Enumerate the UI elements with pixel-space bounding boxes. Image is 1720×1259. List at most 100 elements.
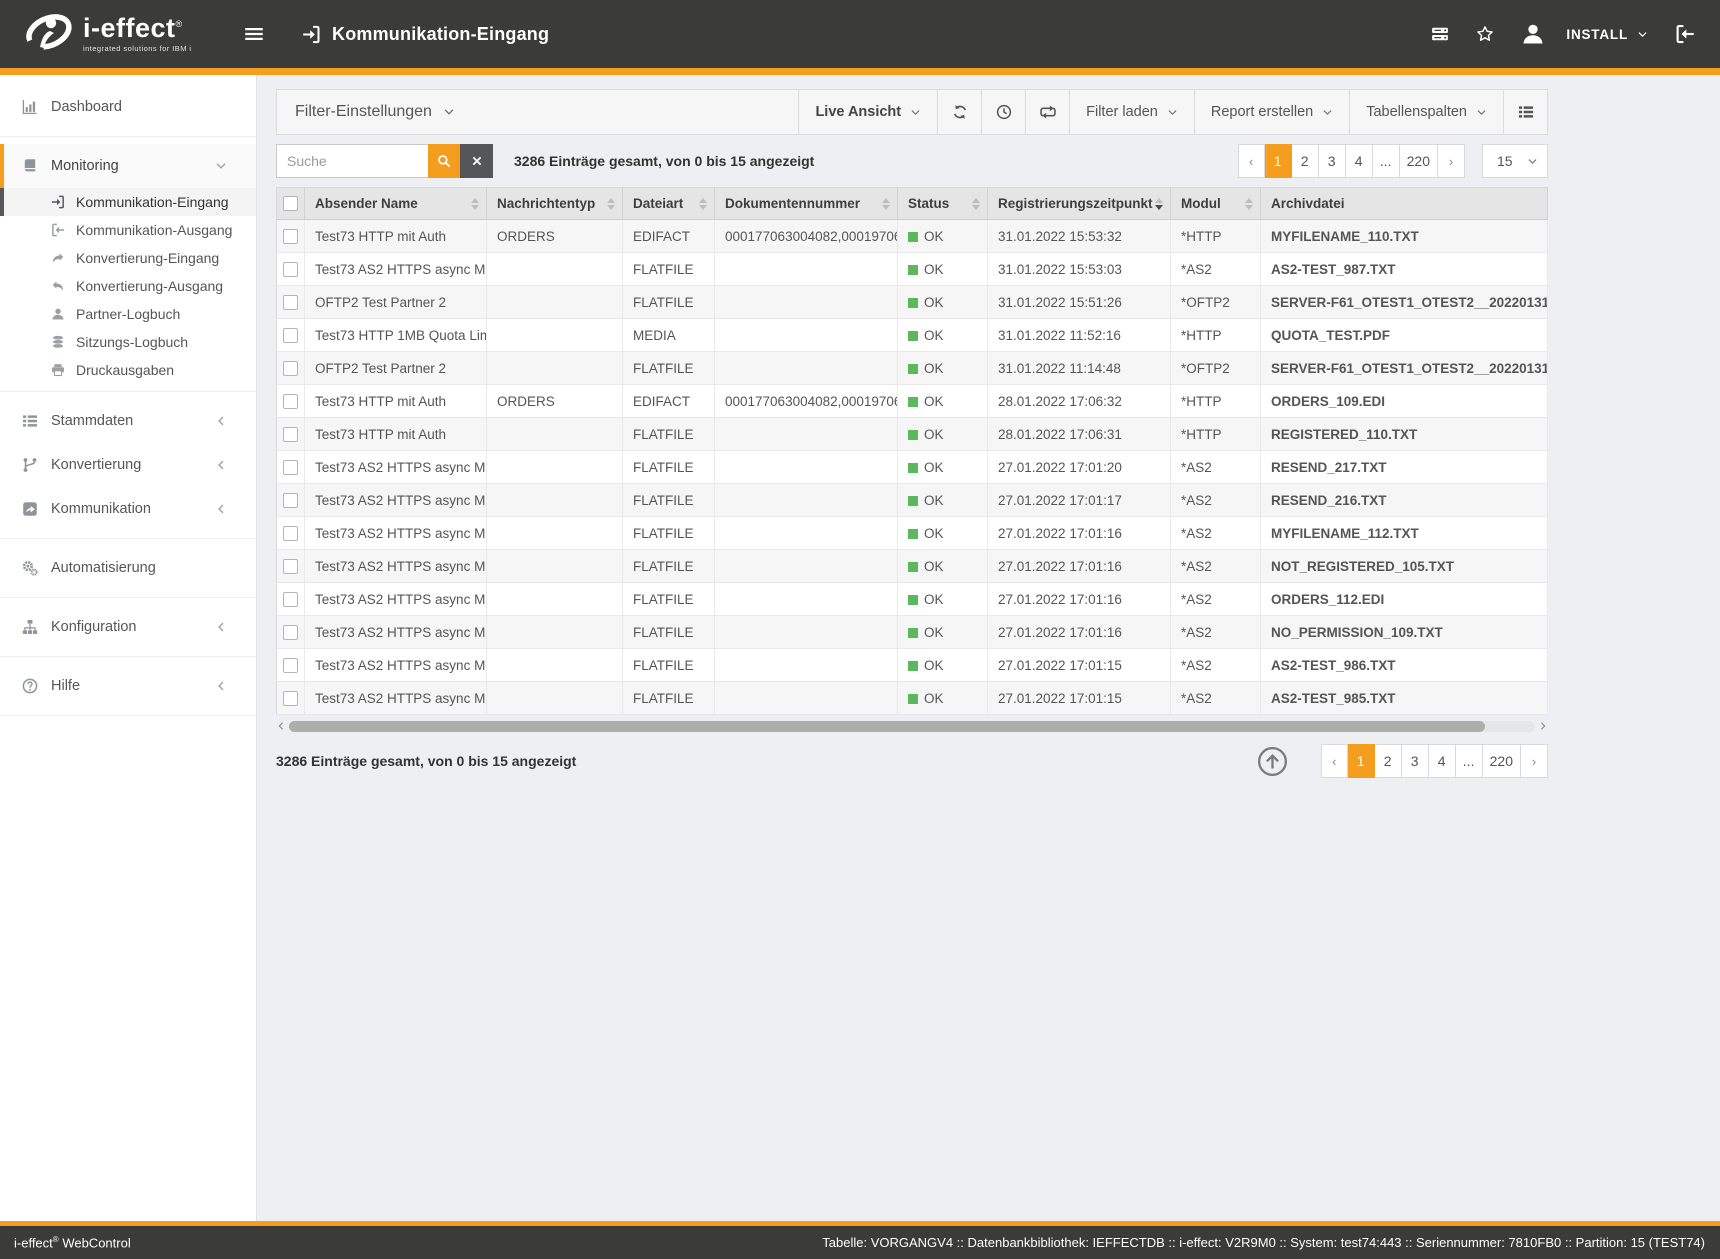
- column-header-nachrichtentyp[interactable]: Nachrichtentyp: [487, 188, 623, 220]
- search-button[interactable]: [428, 144, 460, 178]
- cell-absender: Test73 AS2 HTTPS async MDN: [305, 616, 487, 649]
- user-menu[interactable]: INSTALL: [1521, 22, 1648, 46]
- column-header-zeitpunkt[interactable]: Registrierungszeitpunkt: [988, 188, 1171, 220]
- table-row[interactable]: Test73 AS2 HTTPS async MDNFLATFILEOK27.0…: [277, 649, 1548, 682]
- live-view-button[interactable]: Live Ansicht: [798, 90, 937, 134]
- row-checkbox[interactable]: [283, 493, 298, 508]
- row-checkbox[interactable]: [283, 328, 298, 343]
- row-checkbox[interactable]: [283, 394, 298, 409]
- sidebar-item-partner-logbuch[interactable]: Partner-Logbuch: [0, 300, 256, 328]
- sidebar-item-druckausgaben[interactable]: Druckausgaben: [0, 356, 256, 384]
- table-row[interactable]: OFTP2 Test Partner 2FLATFILEOK31.01.2022…: [277, 286, 1548, 319]
- page-prev-button[interactable]: ‹: [1238, 144, 1265, 178]
- table-row[interactable]: OFTP2 Test Partner 2FLATFILEOK31.01.2022…: [277, 352, 1548, 385]
- column-header-absender[interactable]: Absender Name: [305, 188, 487, 220]
- sidebar-item-dashboard[interactable]: Dashboard: [0, 85, 256, 129]
- app-logo[interactable]: i-effect® integrated solutions for IBM i: [0, 7, 258, 62]
- row-checkbox[interactable]: [283, 427, 298, 442]
- sidebar-item-automatisierung[interactable]: Automatisierung: [0, 546, 256, 590]
- favorite-star-icon[interactable]: [1476, 25, 1494, 43]
- row-checkbox[interactable]: [283, 625, 298, 640]
- auto-refresh-button[interactable]: [981, 90, 1025, 134]
- cell-archivdatei: ORDERS_109.EDI: [1261, 385, 1548, 418]
- sidebar-item-stammdaten[interactable]: Stammdaten: [0, 399, 256, 443]
- filter-settings-toggle[interactable]: Filter-Einstellungen: [277, 90, 473, 134]
- sidebar-item-konfiguration[interactable]: Konfiguration: [0, 605, 256, 649]
- page-button-3[interactable]: 3: [1319, 144, 1346, 178]
- page-size-select[interactable]: 15: [1482, 144, 1548, 178]
- page-button-2[interactable]: 2: [1375, 744, 1402, 778]
- row-checkbox[interactable]: [283, 559, 298, 574]
- chevron-left-icon: [215, 459, 227, 471]
- page-prev-button[interactable]: ‹: [1321, 744, 1348, 778]
- table-row[interactable]: Test73 AS2 HTTPS async MDNFLATFILEOK27.0…: [277, 682, 1548, 715]
- scroll-to-top-button[interactable]: [1257, 746, 1288, 777]
- select-all-checkbox[interactable]: [283, 196, 298, 211]
- repeat-button[interactable]: [1025, 90, 1069, 134]
- row-checkbox[interactable]: [283, 691, 298, 706]
- menu-toggle-icon[interactable]: [244, 24, 264, 44]
- table-row[interactable]: Test73 AS2 HTTPS async MDNFLATFILEOK27.0…: [277, 550, 1548, 583]
- page-next-button[interactable]: ›: [1438, 144, 1465, 178]
- logout-icon[interactable]: [1675, 24, 1695, 44]
- sidebar-item-kommunikation-ausgang[interactable]: Kommunikation-Ausgang: [0, 216, 256, 244]
- scrollbar-track[interactable]: [289, 721, 1535, 732]
- page-button-220[interactable]: 220: [1400, 144, 1438, 178]
- row-checkbox[interactable]: [283, 295, 298, 310]
- column-header-dokumentennummer[interactable]: Dokumentennummer: [715, 188, 898, 220]
- page-next-button[interactable]: ›: [1521, 744, 1548, 778]
- column-header-dateiart[interactable]: Dateiart: [623, 188, 715, 220]
- page-button-1[interactable]: 1: [1348, 744, 1375, 778]
- sidebar-item-konvertierung-eingang[interactable]: Konvertierung-Eingang: [0, 244, 256, 272]
- table-row[interactable]: Test73 AS2 HTTPS async MDNFLATFILEOK27.0…: [277, 451, 1548, 484]
- page-button-4[interactable]: 4: [1346, 144, 1373, 178]
- table-row[interactable]: Test73 AS2 HTTPS async MDNFLATFILEOK31.0…: [277, 253, 1548, 286]
- row-checkbox[interactable]: [283, 361, 298, 376]
- server-icon[interactable]: [1431, 25, 1449, 43]
- table-row[interactable]: Test73 HTTP 1MB Quota LimitMEDIAOK31.01.…: [277, 319, 1548, 352]
- sidebar-divider: [0, 136, 256, 137]
- page-button-2[interactable]: 2: [1292, 144, 1319, 178]
- scroll-right-icon[interactable]: [1538, 720, 1548, 732]
- table-row[interactable]: Test73 AS2 HTTPS async MDNFLATFILEOK27.0…: [277, 517, 1548, 550]
- scrollbar-thumb[interactable]: [289, 721, 1485, 732]
- sidebar-item-kommunikation[interactable]: Kommunikation: [0, 487, 256, 531]
- row-checkbox[interactable]: [283, 592, 298, 607]
- sidebar-item-konvertierung[interactable]: Konvertierung: [0, 443, 256, 487]
- sidebar-item-hilfe[interactable]: Hilfe: [0, 664, 256, 708]
- table-row[interactable]: Test73 AS2 HTTPS async MDNFLATFILEOK27.0…: [277, 583, 1548, 616]
- page-button-1[interactable]: 1: [1265, 144, 1292, 178]
- table-row[interactable]: Test73 AS2 HTTPS async MDNFLATFILEOK27.0…: [277, 484, 1548, 517]
- table-row[interactable]: Test73 HTTP mit AuthORDERSEDIFACT0001770…: [277, 385, 1548, 418]
- cell-zeitpunkt: 27.01.2022 17:01:16: [988, 517, 1171, 550]
- filter-load-button[interactable]: Filter laden: [1069, 90, 1194, 134]
- clear-search-button[interactable]: [460, 144, 493, 178]
- list-view-button[interactable]: [1503, 90, 1547, 134]
- row-checkbox[interactable]: [283, 262, 298, 277]
- page-button-220[interactable]: 220: [1483, 744, 1521, 778]
- row-checkbox[interactable]: [283, 460, 298, 475]
- column-header-modul[interactable]: Modul: [1171, 188, 1261, 220]
- sidebar-item-sitzungs-logbuch[interactable]: Sitzungs-Logbuch: [0, 328, 256, 356]
- sidebar-item-kommunikation-eingang[interactable]: Kommunikation-Eingang: [0, 188, 256, 216]
- table-row[interactable]: Test73 AS2 HTTPS async MDNFLATFILEOK27.0…: [277, 616, 1548, 649]
- search-input[interactable]: [276, 144, 428, 178]
- sidebar-item-konvertierung-ausgang[interactable]: Konvertierung-Ausgang: [0, 272, 256, 300]
- chevron-left-icon: [215, 621, 227, 633]
- page-ellipsis[interactable]: ...: [1373, 144, 1400, 178]
- table-row[interactable]: Test73 HTTP mit AuthFLATFILEOK28.01.2022…: [277, 418, 1548, 451]
- sidebar-item-monitoring[interactable]: Monitoring: [0, 144, 256, 188]
- table-row[interactable]: Test73 HTTP mit AuthORDERSEDIFACT0001770…: [277, 220, 1548, 253]
- refresh-button[interactable]: [937, 90, 981, 134]
- page-ellipsis[interactable]: ...: [1456, 744, 1483, 778]
- sidebar-item-label: Konfiguration: [51, 619, 136, 635]
- report-create-button[interactable]: Report erstellen: [1194, 90, 1349, 134]
- table-columns-button[interactable]: Tabellenspalten: [1349, 90, 1503, 134]
- page-button-4[interactable]: 4: [1429, 744, 1456, 778]
- column-header-status[interactable]: Status: [898, 188, 988, 220]
- scroll-left-icon[interactable]: [276, 720, 286, 732]
- page-button-3[interactable]: 3: [1402, 744, 1429, 778]
- row-checkbox[interactable]: [283, 229, 298, 244]
- row-checkbox[interactable]: [283, 526, 298, 541]
- row-checkbox[interactable]: [283, 658, 298, 673]
